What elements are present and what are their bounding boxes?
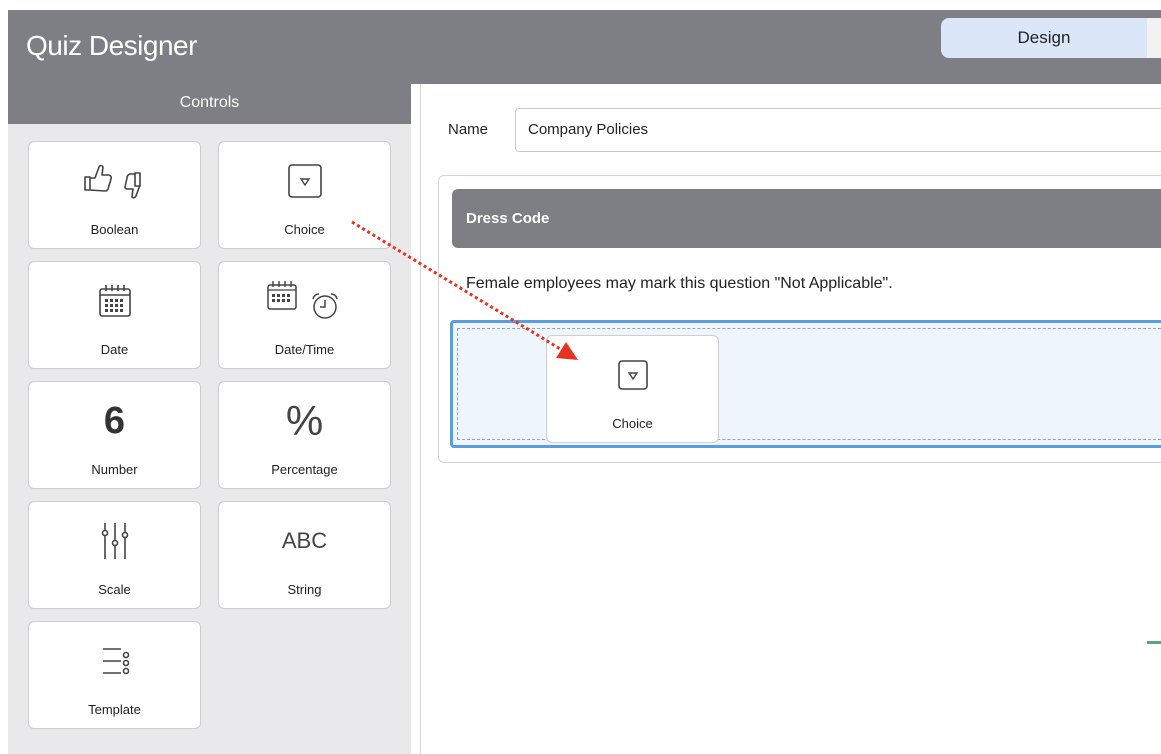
calendar-clock-icon xyxy=(219,278,390,324)
control-label: Percentage xyxy=(271,462,338,477)
sliders-icon xyxy=(29,518,200,564)
control-date[interactable]: Date xyxy=(28,261,201,369)
control-label: String xyxy=(287,582,322,597)
calendar-icon xyxy=(29,278,200,324)
control-template[interactable]: Template xyxy=(28,621,201,729)
control-label: Date xyxy=(100,342,129,357)
name-input[interactable]: Company Policies xyxy=(515,108,1161,152)
section-description: Female employees may mark this question … xyxy=(466,275,893,292)
control-label: Boolean xyxy=(90,222,139,237)
dropdown-icon xyxy=(219,158,390,204)
divider xyxy=(420,84,421,754)
number-glyph: 6 xyxy=(103,399,126,442)
thumbs-up-down-icon xyxy=(29,158,200,204)
control-label: Number xyxy=(91,462,138,477)
control-number[interactable]: 6 Number xyxy=(28,381,201,489)
number-icon: 6 xyxy=(29,398,200,444)
control-string[interactable]: ABC String xyxy=(218,501,391,609)
tab-design[interactable]: Design xyxy=(941,18,1147,58)
section-header[interactable]: Dress Code xyxy=(452,189,1161,248)
tab-next-edge[interactable] xyxy=(1147,18,1161,58)
control-label: Scale xyxy=(98,582,131,597)
control-label: Choice xyxy=(284,222,325,237)
dragged-choice-control[interactable]: Choice xyxy=(546,335,719,443)
string-glyph: ABC xyxy=(281,528,328,553)
app-header: Quiz Designer Design xyxy=(0,0,1161,84)
control-scale[interactable]: Scale xyxy=(28,501,201,609)
percent-icon: % xyxy=(219,397,390,444)
control-percentage[interactable]: % Percentage xyxy=(218,381,391,489)
name-label: Name xyxy=(448,121,489,138)
list-options-icon xyxy=(29,638,200,684)
text-icon: ABC xyxy=(219,518,390,564)
controls-header: Controls xyxy=(8,84,411,124)
control-date-time[interactable]: Date/Time xyxy=(218,261,391,369)
drag-label: Choice xyxy=(612,416,653,431)
dropdown-icon xyxy=(547,352,718,398)
percent-glyph: % xyxy=(285,397,324,444)
control-boolean[interactable]: Boolean xyxy=(28,141,201,249)
edge-indicator xyxy=(1147,641,1161,644)
control-label: Template xyxy=(88,702,141,717)
control-label: Date/Time xyxy=(274,342,335,357)
app-title: Quiz Designer xyxy=(26,30,197,61)
control-choice[interactable]: Choice xyxy=(218,141,391,249)
